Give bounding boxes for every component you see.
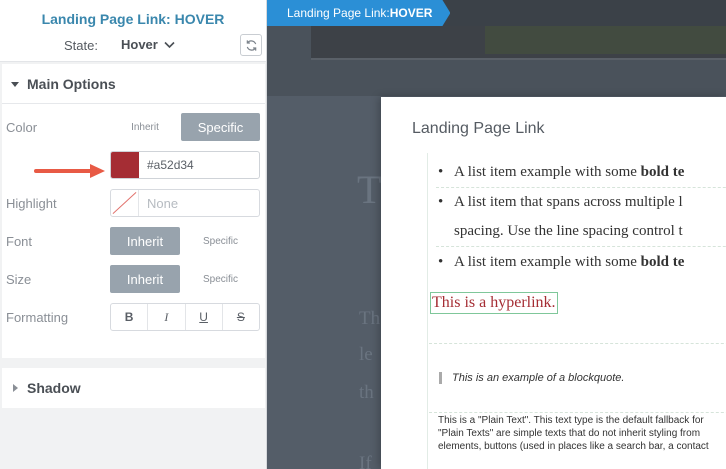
color-swatch[interactable] xyxy=(111,152,139,178)
panel-title: Landing Page Link: HOVER xyxy=(41,11,225,27)
state-dropdown[interactable]: Hover xyxy=(121,37,175,52)
color-hex-value: #a52d34 xyxy=(147,158,194,172)
shadow-section: Shadow xyxy=(2,368,265,408)
preview-list: A list item example with some bold te A … xyxy=(436,157,726,277)
main-options-section: Main Options Color Inherit Specific #a52… xyxy=(2,64,265,358)
background-text-1: Th xyxy=(359,308,381,329)
blockquote-example: This is an example of a blockquote. xyxy=(439,372,624,384)
highlight-color-field[interactable]: None xyxy=(110,189,260,217)
color-label: Color xyxy=(6,120,38,135)
background-text-2: le xyxy=(359,344,373,365)
list-item-continuation: spacing. Use the line spacing control t xyxy=(454,223,683,239)
list-item: A list item example with some bold te xyxy=(436,157,726,187)
size-specific-option[interactable]: Specific xyxy=(181,265,260,293)
breadcrumb-state: HOVER xyxy=(389,6,433,20)
bold-button[interactable]: B xyxy=(111,304,149,330)
panel-header: Landing Page Link: HOVER State: Hover xyxy=(0,0,266,62)
font-inherit-option[interactable]: Inherit xyxy=(110,227,180,255)
preview-area: A list item example with some bold te A … xyxy=(427,153,726,469)
formatting-label: Formatting xyxy=(6,310,69,325)
refresh-icon xyxy=(246,39,256,51)
size-label: Size xyxy=(6,272,32,287)
state-label: State: xyxy=(64,38,98,53)
background-heading: T xyxy=(357,167,382,212)
breadcrumb[interactable]: Landing Page Link: HOVER xyxy=(267,0,450,26)
color-specific-option[interactable]: Specific xyxy=(181,113,260,141)
chevron-down-icon xyxy=(164,41,175,48)
state-value: Hover xyxy=(121,37,158,52)
style-panel: Landing Page Link: HOVER State: Hover Ma… xyxy=(0,0,267,469)
main-options-title: Main Options xyxy=(27,75,116,92)
background-text-4: If xyxy=(359,453,372,469)
font-label: Font xyxy=(6,234,33,249)
annotation-arrow-icon xyxy=(34,164,105,178)
strikethrough-button[interactable]: S xyxy=(223,304,259,330)
shadow-title: Shadow xyxy=(27,380,81,396)
highlight-placeholder: None xyxy=(147,195,179,211)
hyperlink-example[interactable]: This is a hyperlink. xyxy=(430,292,558,314)
color-inherit-option[interactable]: Inherit xyxy=(110,113,180,141)
size-inherit-option[interactable]: Inherit xyxy=(110,265,180,293)
caret-right-icon xyxy=(13,384,18,392)
preview-modal: Landing Page Link A list item example wi… xyxy=(381,97,726,469)
font-specific-option[interactable]: Specific xyxy=(181,227,260,255)
no-color-icon[interactable] xyxy=(111,190,139,216)
plain-text-example: This is a "Plain Text". This text type i… xyxy=(438,415,709,452)
sync-button[interactable] xyxy=(240,34,262,56)
modal-title: Landing Page Link xyxy=(412,120,545,137)
highlight-label: Highlight xyxy=(6,196,57,211)
underline-button[interactable]: U xyxy=(186,304,223,330)
background-text-3: th xyxy=(359,382,374,403)
list-item: A list item example with some bold te xyxy=(436,247,726,277)
blockquote-box: This is an example of a blockquote. xyxy=(429,343,726,413)
background-header-block xyxy=(485,26,726,54)
breadcrumb-prefix: Landing Page Link: xyxy=(287,6,390,20)
main-options-header[interactable]: Main Options xyxy=(2,64,265,104)
color-picker-field[interactable]: #a52d34 xyxy=(110,151,260,179)
italic-button[interactable]: I xyxy=(148,304,186,330)
formatting-buttons: B I U S xyxy=(110,303,260,331)
caret-down-icon xyxy=(11,81,19,87)
shadow-header[interactable]: Shadow xyxy=(2,368,265,408)
list-item: A list item that spans across multiple l xyxy=(436,188,726,216)
